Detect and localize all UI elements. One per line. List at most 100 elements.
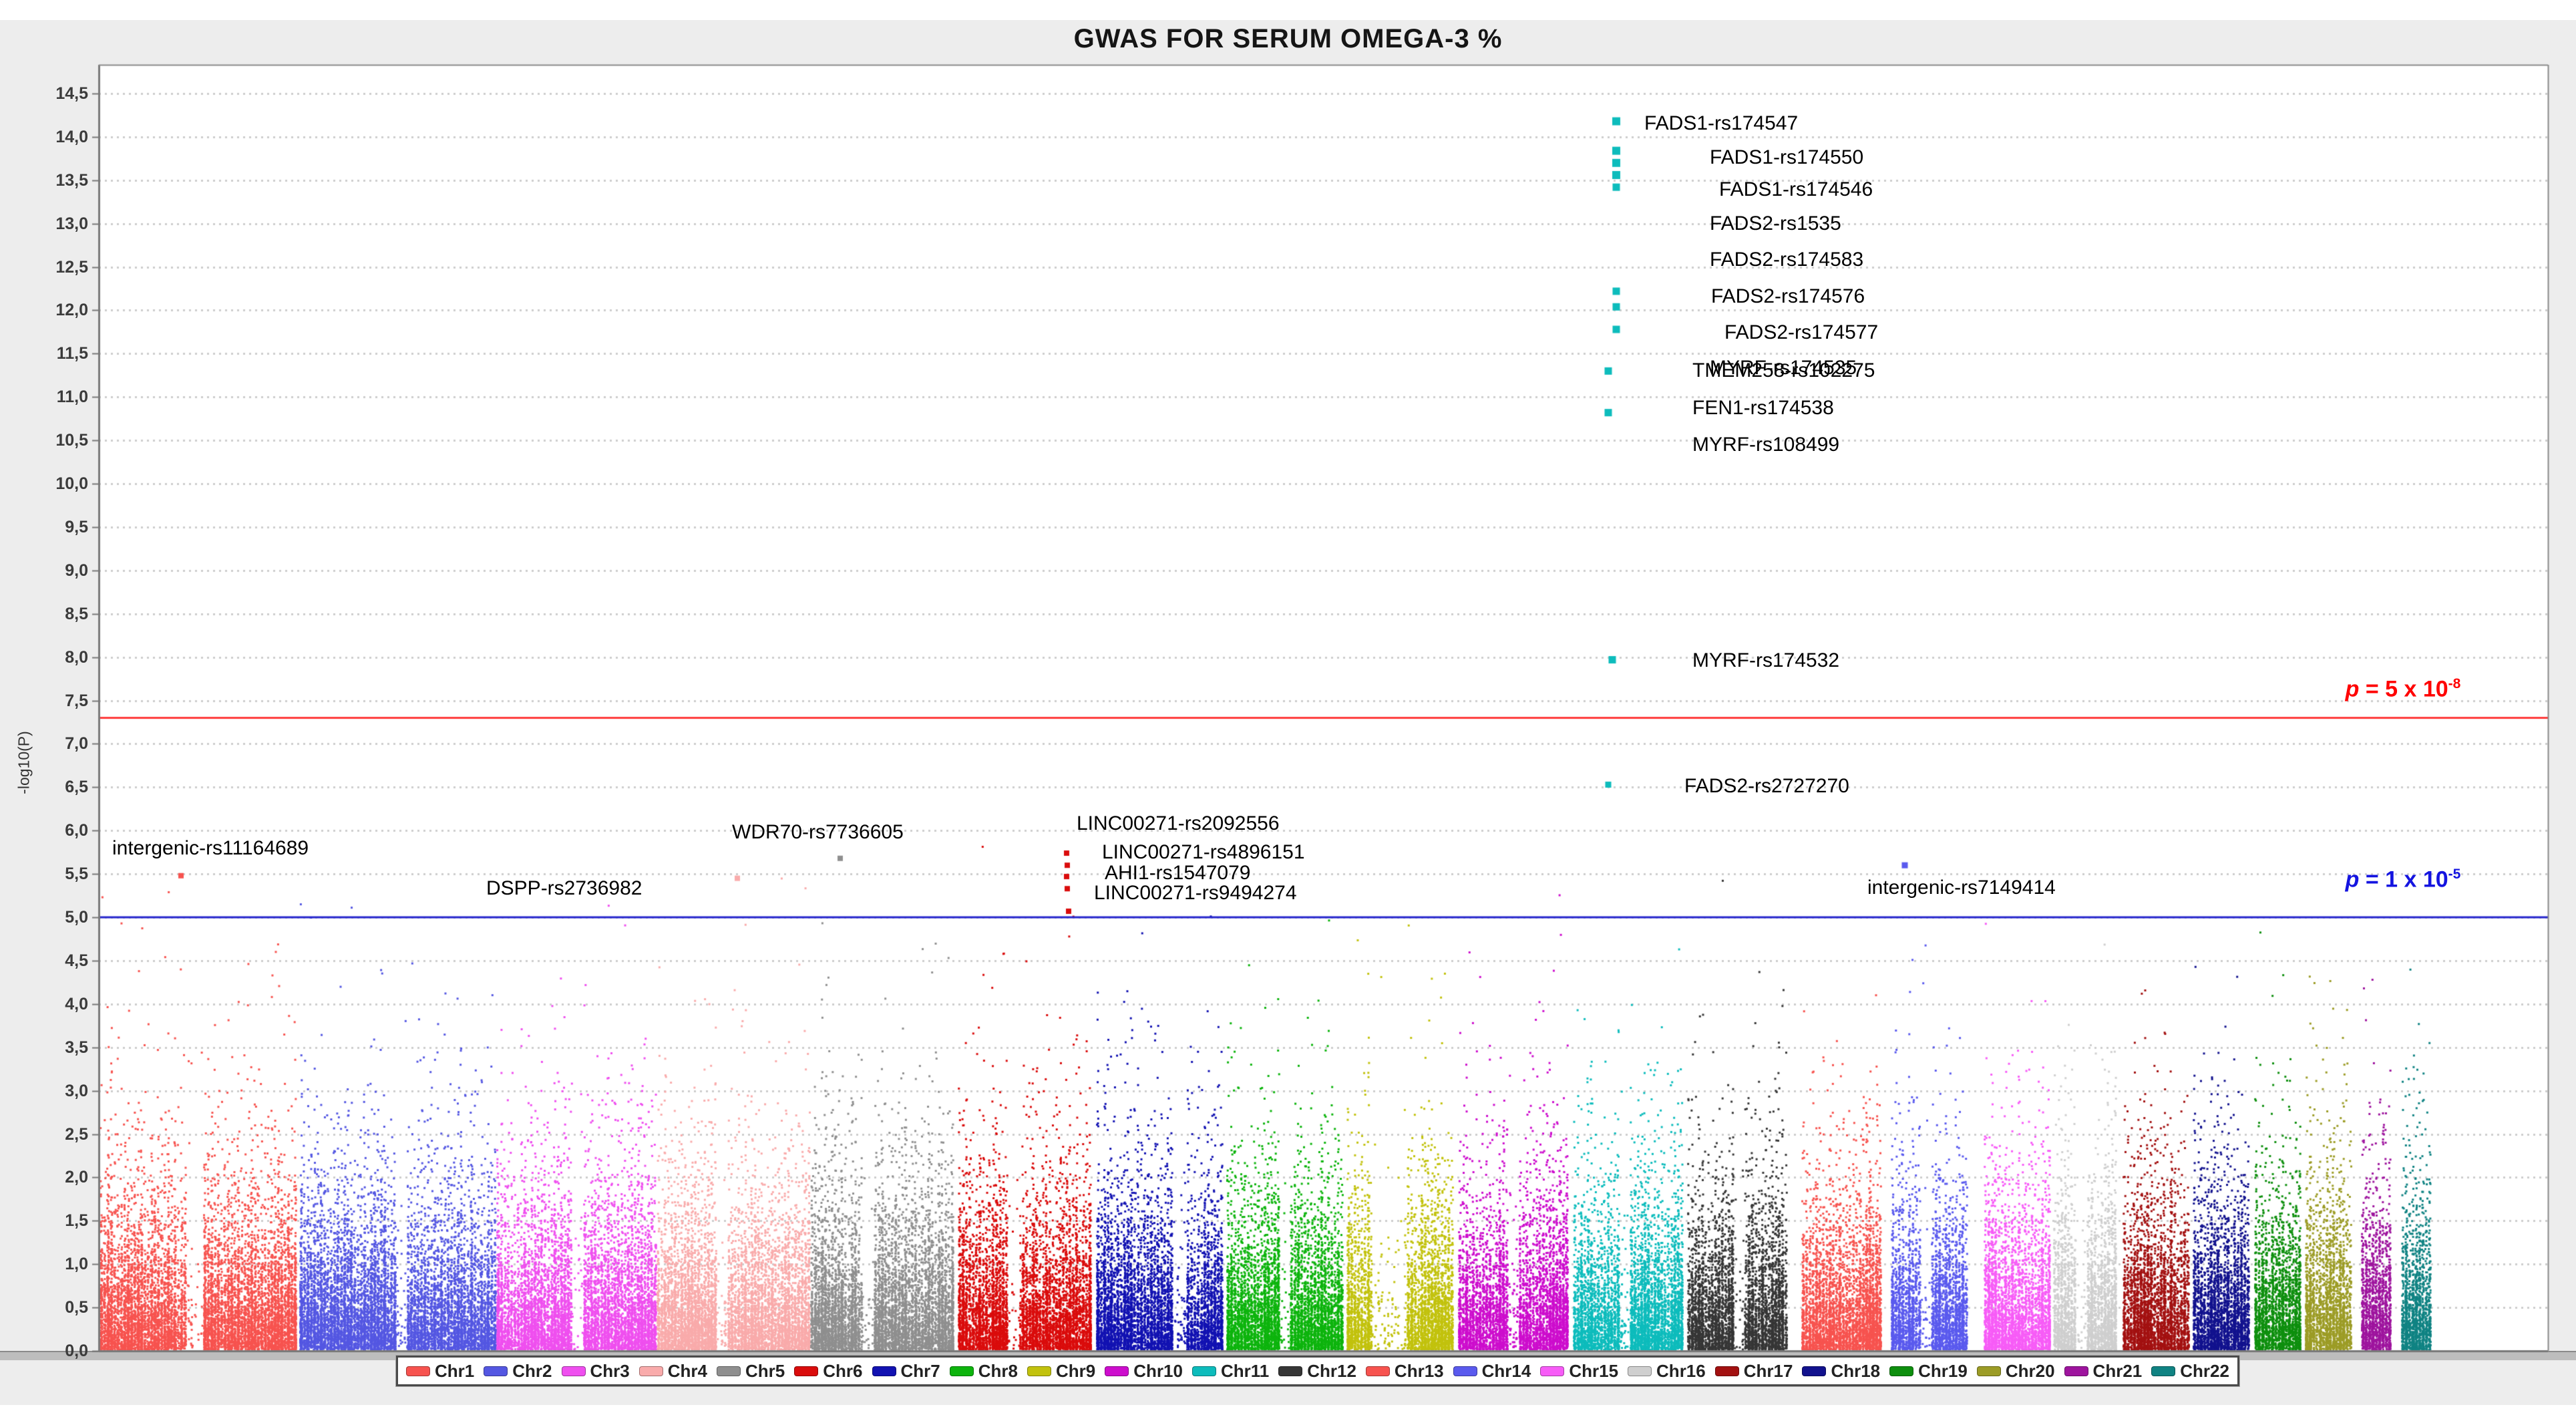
p-italic: p bbox=[2346, 867, 2360, 893]
legend-swatch bbox=[1278, 1366, 1302, 1376]
legend-label: Chr11 bbox=[1221, 1361, 1269, 1382]
y-axis-tick-label: 13,5 bbox=[17, 171, 88, 190]
y-axis-tick-label: 2,0 bbox=[17, 1168, 88, 1187]
y-axis-tick-label: 2,5 bbox=[17, 1125, 88, 1144]
y-axis-tick-label: 8,5 bbox=[17, 605, 88, 623]
snp-annotation-label: FADS2-rs2727270 bbox=[1684, 774, 1849, 799]
snp-annotation-label: FADS2-rs174577 bbox=[1724, 320, 1878, 345]
y-axis-tick-label: 14,5 bbox=[17, 84, 88, 103]
legend-swatch bbox=[1889, 1366, 1913, 1376]
legend-item-chr14: Chr14 bbox=[1453, 1361, 1531, 1382]
legend-item-chr5: Chr5 bbox=[717, 1361, 785, 1382]
y-axis-tick-label: 3,0 bbox=[17, 1082, 88, 1100]
y-axis-tick-label: 1,5 bbox=[17, 1211, 88, 1230]
y-axis-tick-label: 13,0 bbox=[17, 214, 88, 233]
y-axis-tick-label: 3,5 bbox=[17, 1038, 88, 1057]
legend-label: Chr22 bbox=[2180, 1361, 2229, 1382]
y-axis-tick-label: 1,0 bbox=[17, 1255, 88, 1273]
legend-swatch bbox=[794, 1366, 818, 1376]
legend-label: Chr10 bbox=[1133, 1361, 1183, 1382]
legend-swatch bbox=[1628, 1366, 1652, 1376]
y-axis-tick-label: 7,0 bbox=[17, 734, 88, 753]
legend-item-chr2: Chr2 bbox=[484, 1361, 552, 1382]
legend-label: Chr19 bbox=[1918, 1361, 1968, 1382]
legend-swatch bbox=[1192, 1366, 1216, 1376]
legend-item-chr18: Chr18 bbox=[1802, 1361, 1880, 1382]
legend-swatch bbox=[872, 1366, 896, 1376]
legend-label: Chr6 bbox=[823, 1361, 862, 1382]
chromosome-legend: Chr1 Chr2 Chr3 Chr4 Chr5 Chr6 Chr7 Chr8 Chr9 Chr1… bbox=[396, 1356, 2239, 1386]
snp-annotation-label: intergenic-rs7149414 bbox=[1867, 875, 2056, 901]
legend-swatch bbox=[950, 1366, 974, 1376]
snp-annotation-label: FADS2-rs174583 bbox=[1710, 247, 1863, 273]
snp-annotation-label: FADS1-rs174550 bbox=[1710, 145, 1863, 170]
manhattan-plot-canvas bbox=[0, 0, 2576, 1413]
snp-annotation-label: LINC00271-rs2092556 bbox=[1077, 811, 1280, 836]
legend-label: Chr9 bbox=[1056, 1361, 1095, 1382]
y-axis-tick-label: 10,0 bbox=[17, 474, 88, 493]
chart-title: GWAS FOR SERUM OMEGA-3 % bbox=[0, 24, 2576, 54]
snp-annotation-label: MYRF-rs108499 bbox=[1692, 432, 1839, 458]
genomewide-threshold-label: p = 5 x 10-8 bbox=[2263, 676, 2543, 702]
legend-item-chr21: Chr21 bbox=[2064, 1361, 2143, 1382]
legend-item-chr19: Chr19 bbox=[1889, 1361, 1968, 1382]
legend-label: Chr2 bbox=[512, 1361, 552, 1382]
legend-item-chr10: Chr10 bbox=[1105, 1361, 1183, 1382]
legend-label: Chr3 bbox=[590, 1361, 630, 1382]
legend-item-chr13: Chr13 bbox=[1366, 1361, 1444, 1382]
legend-item-chr15: Chr15 bbox=[1540, 1361, 1618, 1382]
y-axis-tick-label: 0,5 bbox=[17, 1298, 88, 1317]
legend-swatch bbox=[2064, 1366, 2088, 1376]
snp-annotation-label: intergenic-rs11164689 bbox=[112, 836, 309, 861]
snp-annotation-label: MYRF-rs174532 bbox=[1692, 648, 1839, 673]
legend-label: Chr8 bbox=[978, 1361, 1018, 1382]
legend-label: Chr20 bbox=[2006, 1361, 2055, 1382]
legend-label: Chr12 bbox=[1307, 1361, 1356, 1382]
legend-label: Chr4 bbox=[668, 1361, 707, 1382]
y-axis-tick-label: 11,0 bbox=[17, 387, 88, 406]
y-axis-tick-label: 6,0 bbox=[17, 821, 88, 840]
legend-swatch bbox=[1977, 1366, 2001, 1376]
legend-item-chr1: Chr1 bbox=[406, 1361, 474, 1382]
legend-item-chr9: Chr9 bbox=[1027, 1361, 1095, 1382]
y-axis-tick-label: 12,0 bbox=[17, 301, 88, 319]
legend-item-chr3: Chr3 bbox=[562, 1361, 630, 1382]
legend-label: Chr13 bbox=[1395, 1361, 1444, 1382]
legend-swatch bbox=[2151, 1366, 2175, 1376]
snp-annotation-label: FADS1-rs174546 bbox=[1719, 177, 1873, 202]
legend-item-chr6: Chr6 bbox=[794, 1361, 862, 1382]
y-axis-tick-label: 6,5 bbox=[17, 778, 88, 796]
snp-annotation-label: FADS2-rs174576 bbox=[1711, 284, 1865, 309]
legend-label: Chr16 bbox=[1656, 1361, 1706, 1382]
legend-label: Chr1 bbox=[435, 1361, 474, 1382]
legend-swatch bbox=[717, 1366, 741, 1376]
snp-annotation-label: FADS2-rs1535 bbox=[1710, 211, 1841, 237]
y-axis-tick-label: 11,5 bbox=[17, 344, 88, 363]
legend-swatch bbox=[1027, 1366, 1051, 1376]
legend-label: Chr17 bbox=[1744, 1361, 1793, 1382]
snp-annotation-label: DSPP-rs2736982 bbox=[486, 876, 642, 901]
legend-item-chr20: Chr20 bbox=[1977, 1361, 2055, 1382]
legend-item-chr17: Chr17 bbox=[1715, 1361, 1793, 1382]
legend-swatch bbox=[1540, 1366, 1564, 1376]
y-axis-tick-label: 10,5 bbox=[17, 431, 88, 450]
p-italic: p bbox=[2346, 676, 2360, 701]
legend-label: Chr18 bbox=[1831, 1361, 1880, 1382]
manhattan-figure: { "title": "GWAS FOR SERUM OMEGA-3 %", "… bbox=[0, 0, 2576, 1413]
snp-annotation-label: FEN1-rs174538 bbox=[1692, 396, 1834, 421]
legend-label: Chr15 bbox=[1569, 1361, 1618, 1382]
legend-item-chr4: Chr4 bbox=[639, 1361, 707, 1382]
y-axis-tick-label: 14,0 bbox=[17, 128, 88, 146]
y-axis-tick-label: 9,5 bbox=[17, 518, 88, 536]
y-axis-tick-label: 7,5 bbox=[17, 691, 88, 710]
legend-item-chr11: Chr11 bbox=[1192, 1361, 1269, 1382]
legend-swatch bbox=[639, 1366, 663, 1376]
legend-item-chr12: Chr12 bbox=[1278, 1361, 1356, 1382]
snp-annotation-label: LINC00271-rs9494274 bbox=[1094, 881, 1297, 906]
legend-item-chr8: Chr8 bbox=[950, 1361, 1018, 1382]
legend-item-chr22: Chr22 bbox=[2151, 1361, 2229, 1382]
snp-annotation-label: FADS1-rs174547 bbox=[1644, 111, 1798, 136]
y-axis-tick-label: 12,5 bbox=[17, 258, 88, 277]
legend-swatch bbox=[1105, 1366, 1129, 1376]
legend-item-chr7: Chr7 bbox=[872, 1361, 940, 1382]
